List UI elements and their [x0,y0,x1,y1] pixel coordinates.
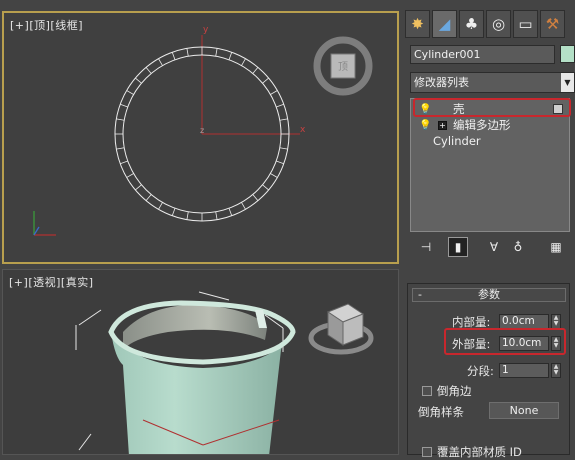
stack-item-cylinder[interactable]: Cylinder [411,133,569,149]
create-icon[interactable]: ✸ [405,10,430,38]
svg-text:顶: 顶 [338,61,348,73]
override-inner-mat-label: 覆盖内部材质 ID [437,445,522,459]
object-name-row: Cylinder001 [408,45,575,65]
show-end-result-icon[interactable]: ▮ [448,237,468,257]
chevron-down-icon[interactable]: ▼ [561,73,574,92]
remove-modifier-icon[interactable]: ♁ [508,237,528,257]
object-name-field[interactable]: Cylinder001 [410,45,555,64]
viewport-point-of-view-menu[interactable]: [顶] [29,19,50,32]
top-viewport-canvas: 顶 [33,35,373,236]
segments-label: 分段: [467,364,494,378]
highlight-box [413,98,571,117]
parameters-rollout: - 参数 内部量: 0.0cm ▲ ▼ 外部量: 10.0cm ▲ ▼ 分段: 1 … [407,283,570,459]
lightbulb-icon[interactable]: 💡 [419,118,431,132]
modifier-stack[interactable]: 💡 壳 💡 + 编辑多边形 Cylinder [410,98,570,232]
viewport-shading-menu[interactable]: [真实] [61,276,94,289]
bevel-edges-label: 倒角边 [437,384,472,398]
viewport-menu-plus[interactable]: [+] [10,19,29,32]
stack-item-edit-poly[interactable]: 💡 + 编辑多边形 [411,117,569,133]
axis-z-label: z [200,126,205,135]
utilities-icon[interactable]: ⚒ [540,10,565,38]
command-panel-tabs: ✸ ◢ ♣ ◎ ▭ ⚒ [403,10,575,42]
modify-icon[interactable]: ◢ [432,10,457,38]
override-inner-mat-checkbox[interactable] [422,447,432,457]
stack-item-label: Cylinder [433,134,481,148]
object-color-swatch[interactable] [560,45,575,63]
viewport-shading-menu[interactable]: [线框] [50,19,83,32]
viewport-point-of-view-menu[interactable]: [透视] [28,276,61,289]
bevel-edges-checkbox[interactable] [422,386,432,396]
pin-stack-icon[interactable]: ⊣ [416,237,436,257]
stack-item-label: 编辑多边形 [453,118,511,132]
display-icon[interactable]: ▭ [513,10,538,38]
perspective-viewport-canvas [75,291,374,454]
bevel-spline-button[interactable]: None [489,402,559,419]
inner-amount-spinner[interactable]: ▲ ▼ [551,314,561,329]
bevel-spline-label: 倒角样条 [418,405,464,419]
rollout-header[interactable]: - 参数 [412,288,566,302]
top-viewport-label[interactable]: [+][顶][线框] [10,17,83,33]
make-unique-icon[interactable]: ∀ [484,237,504,257]
modifier-list-label: 修改器列表 [414,76,469,89]
segments-field[interactable]: 1 [499,363,549,378]
hierarchy-icon[interactable]: ♣ [459,10,484,38]
rollout-title: 参数 [478,288,500,301]
perspective-viewport[interactable]: [+][透视][真实] [2,269,399,455]
viewport-menu-plus[interactable]: [+] [9,276,28,289]
configure-modifier-sets-icon[interactable]: ▦ [546,237,566,257]
highlight-box [444,328,566,355]
perspective-viewport-label[interactable]: [+][透视][真实] [9,274,94,290]
axis-x-label: x [300,125,306,135]
inner-amount-field[interactable]: 0.0cm [499,314,549,329]
motion-icon[interactable]: ◎ [486,10,511,38]
stack-toolbar: ⊣ ▮ ∀ ♁ ▦ [410,236,575,260]
top-viewport[interactable]: 顶 [+][顶][线框] y x z [2,11,399,264]
collapse-icon[interactable]: - [418,289,422,301]
axis-y-label: y [203,25,209,35]
expand-icon[interactable]: + [438,121,447,130]
segments-spinner[interactable]: ▲ ▼ [551,363,561,378]
modifier-list-dropdown[interactable]: 修改器列表 ▼ [410,72,575,93]
